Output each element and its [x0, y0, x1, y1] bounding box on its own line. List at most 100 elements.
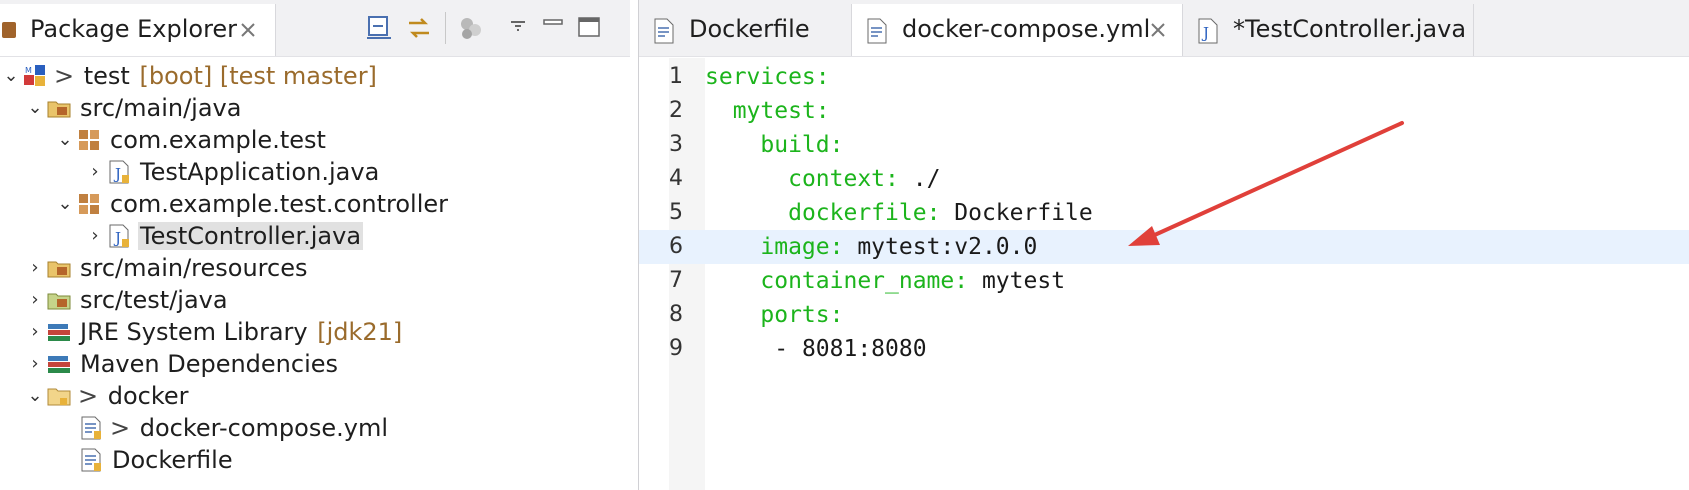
svg-text:J: J: [113, 229, 121, 247]
code-line-current[interactable]: 6 image: mytest:v2.0.0: [639, 230, 1689, 264]
code-line[interactable]: 4 context: ./: [639, 162, 1689, 196]
yaml-key: ports:: [760, 302, 844, 328]
tree-item-testapplication[interactable]: › J TestApplication.java: [84, 156, 381, 188]
tree-item-testcontroller[interactable]: › J TestController.java: [84, 220, 364, 252]
code-line[interactable]: 7 container_name: mytest: [639, 264, 1689, 298]
line-number: 4: [669, 166, 683, 191]
package-icon: [76, 191, 102, 217]
java-file-icon: J: [106, 159, 132, 185]
chevron-down-icon[interactable]: ⌄: [54, 124, 76, 156]
tree-item-maven-dependencies[interactable]: › Maven Dependencies: [24, 348, 340, 380]
code-line[interactable]: 5 dockerfile: Dockerfile: [639, 196, 1689, 230]
tab-label: Dockerfile: [689, 15, 810, 43]
svg-text:M: M: [25, 66, 32, 75]
tree-item-folder-docker[interactable]: ⌄ > docker: [24, 380, 191, 412]
line-number: 1: [669, 64, 683, 89]
close-icon[interactable]: [238, 20, 258, 43]
chevron-down-icon[interactable]: ⌄: [54, 188, 76, 220]
tree-item-package-com-example-test-controller[interactable]: ⌄ com.example.test.controller: [54, 188, 450, 220]
collapse-all-icon[interactable]: [365, 14, 393, 42]
editor-tab-bar: Dockerfile docker-compose.yml J *TestCon…: [639, 0, 1689, 57]
package-explorer-view: Package Explorer ⌄ M > test [boot] [test…: [0, 0, 630, 490]
close-icon[interactable]: [1148, 20, 1168, 43]
code-line[interactable]: 9 - 8081:8080: [639, 332, 1689, 366]
yaml-key: mytest:: [732, 98, 830, 124]
tab-docker-compose[interactable]: docker-compose.yml: [852, 4, 1183, 56]
package-explorer-header: Package Explorer: [0, 0, 630, 57]
git-dirty-marker: >: [78, 382, 106, 410]
tab-testcontroller[interactable]: J *TestController.java: [1183, 4, 1474, 56]
tree-item-src-main-resources[interactable]: › src/main/resources: [24, 252, 309, 284]
tree-item-label: Maven Dependencies: [80, 350, 339, 378]
link-with-editor-icon[interactable]: [405, 14, 433, 42]
line-number: 9: [669, 336, 683, 361]
java-file-icon: J: [1197, 18, 1219, 48]
chevron-right-icon[interactable]: ›: [24, 316, 46, 348]
chevron-down-icon[interactable]: ⌄: [24, 380, 46, 412]
tree-item-label: docker: [107, 382, 189, 410]
line-number: 3: [669, 132, 683, 157]
source-folder-icon: [46, 95, 72, 121]
filter-icon[interactable]: [457, 14, 485, 42]
tree-item-dockerfile[interactable]: Dockerfile: [78, 444, 235, 476]
tree-item-test-project[interactable]: ⌄ M > test [boot] [test master]: [0, 60, 376, 92]
chevron-down-icon[interactable]: ⌄: [24, 92, 46, 124]
maven-project-icon: M: [22, 63, 48, 89]
tree-item-label: test: [83, 62, 130, 90]
chevron-down-icon[interactable]: ⌄: [0, 60, 22, 92]
line-number: 8: [669, 302, 683, 327]
chevron-right-icon[interactable]: ›: [84, 220, 106, 252]
tab-dockerfile[interactable]: Dockerfile: [639, 4, 852, 56]
view-menu-icon[interactable]: [505, 14, 533, 42]
code-line[interactable]: 8 ports:: [639, 298, 1689, 332]
git-dirty-marker: >: [110, 414, 138, 442]
package-explorer-tab[interactable]: Package Explorer: [0, 4, 276, 56]
tree-item-src-test-java[interactable]: › src/test/java: [24, 284, 230, 316]
test-folder-icon: [46, 287, 72, 313]
folder-icon: [46, 383, 72, 409]
line-number: 2: [669, 98, 683, 123]
source-folder-icon: [46, 255, 72, 281]
java-file-icon: J: [106, 223, 132, 249]
line-number: 7: [669, 268, 683, 293]
tree-item-jre-system-library[interactable]: › JRE System Library [jdk21]: [24, 316, 402, 348]
tree-item-label: src/test/java: [80, 286, 228, 314]
svg-text:J: J: [113, 165, 121, 183]
maximize-icon[interactable]: [575, 14, 603, 42]
tree-item-label: docker-compose.yml: [139, 414, 388, 442]
yaml-key: image:: [760, 234, 844, 260]
code-line[interactable]: 3 build:: [639, 128, 1689, 162]
chevron-right-icon[interactable]: ›: [24, 348, 46, 380]
code-line[interactable]: 1 services:: [639, 60, 1689, 94]
text-file-icon: [78, 415, 104, 441]
code-line[interactable]: 2 mytest:: [639, 94, 1689, 128]
text-file-icon: [78, 447, 104, 473]
chevron-right-icon[interactable]: ›: [84, 156, 106, 188]
line-number: 5: [669, 200, 683, 225]
tree-item-label: TestApplication.java: [140, 158, 380, 186]
tree-item-docker-compose[interactable]: > docker-compose.yml: [78, 412, 390, 444]
tree-item-package-com-example-test[interactable]: ⌄ com.example.test: [54, 124, 328, 156]
chevron-right-icon[interactable]: ›: [24, 284, 46, 316]
git-dirty-marker: >: [54, 62, 82, 90]
package-icon: [76, 127, 102, 153]
tree-item-src-main-java[interactable]: ⌄ src/main/java: [24, 92, 243, 124]
svg-text:J: J: [1201, 24, 1209, 42]
tab-label: docker-compose.yml: [902, 15, 1151, 43]
minimize-icon[interactable]: [540, 14, 568, 42]
tree-item-label: Dockerfile: [112, 446, 233, 474]
yaml-value: - 8081:8080: [774, 336, 927, 362]
tree-item-label: src/main/resources: [80, 254, 308, 282]
library-icon: [46, 319, 72, 345]
yaml-key: build:: [760, 132, 844, 158]
text-file-icon: [866, 18, 888, 48]
chevron-right-icon[interactable]: ›: [24, 252, 46, 284]
